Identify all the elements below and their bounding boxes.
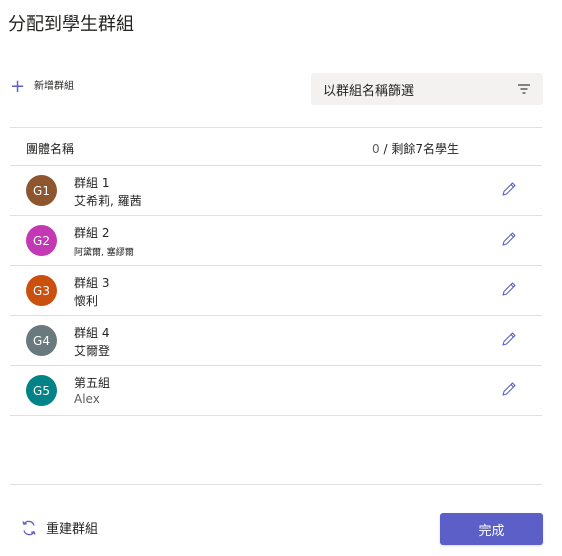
refresh-icon: [22, 520, 36, 535]
filter-input[interactable]: 以群組名稱篩選: [311, 73, 543, 105]
edit-pencil-icon[interactable]: [500, 230, 518, 248]
edit-pencil-icon[interactable]: [500, 280, 518, 298]
group-name: 群組 2: [74, 226, 110, 240]
group-members: 懷利: [74, 294, 99, 308]
group-members: 艾爾登: [74, 344, 111, 358]
edit-pencil-icon[interactable]: [500, 180, 518, 198]
group-name: 群組 3: [74, 276, 110, 290]
group-row[interactable]: G2 群組 2 阿黛爾, 塞繆爾: [10, 216, 542, 266]
group-row[interactable]: G4 群組 4 艾爾登: [10, 316, 542, 366]
assigned-count: 0: [372, 142, 380, 156]
plus-icon: +: [10, 76, 26, 97]
regroup-label: 重建群組: [46, 522, 99, 537]
group-members: Alex: [74, 392, 100, 406]
add-group-label: 新增群組: [34, 80, 74, 92]
footer-divider: [10, 484, 542, 485]
group-avatar: G4: [26, 325, 57, 356]
group-avatar: G2: [26, 225, 57, 256]
page-title: 分配到學生群組: [8, 14, 134, 35]
group-row[interactable]: G5 第五組 Alex: [10, 366, 542, 416]
edit-pencil-icon[interactable]: [500, 330, 518, 348]
group-name: 群組 1: [74, 176, 110, 190]
group-name: 群組 4: [74, 326, 110, 340]
group-name-column: 團體名稱: [26, 142, 75, 156]
group-row[interactable]: G3 群組 3 懷利: [10, 266, 542, 316]
edit-pencil-icon[interactable]: [500, 380, 518, 398]
regroup-button[interactable]: 重建群組: [20, 518, 98, 537]
group-avatar: G5: [26, 375, 57, 406]
filter-placeholder: 以群組名稱篩選: [323, 83, 415, 99]
add-group-button[interactable]: + 新增群組: [10, 78, 74, 96]
remaining-students-count: 0 / 剩餘7名學生: [372, 140, 459, 157]
table-header: 團體名稱 0 / 剩餘7名學生: [10, 128, 542, 166]
group-avatar: G1: [26, 175, 57, 206]
done-button[interactable]: 完成: [440, 513, 543, 545]
group-avatar: G3: [26, 275, 57, 306]
group-members: 艾希莉, 羅茜: [74, 194, 142, 208]
group-row[interactable]: G1 群組 1 艾希莉, 羅茜: [10, 166, 542, 216]
group-members: 阿黛爾, 塞繆爾: [74, 248, 134, 258]
group-name: 第五組: [74, 376, 111, 390]
remaining-text: / 剩餘7名學生: [379, 142, 459, 156]
filter-icon[interactable]: [517, 82, 531, 96]
